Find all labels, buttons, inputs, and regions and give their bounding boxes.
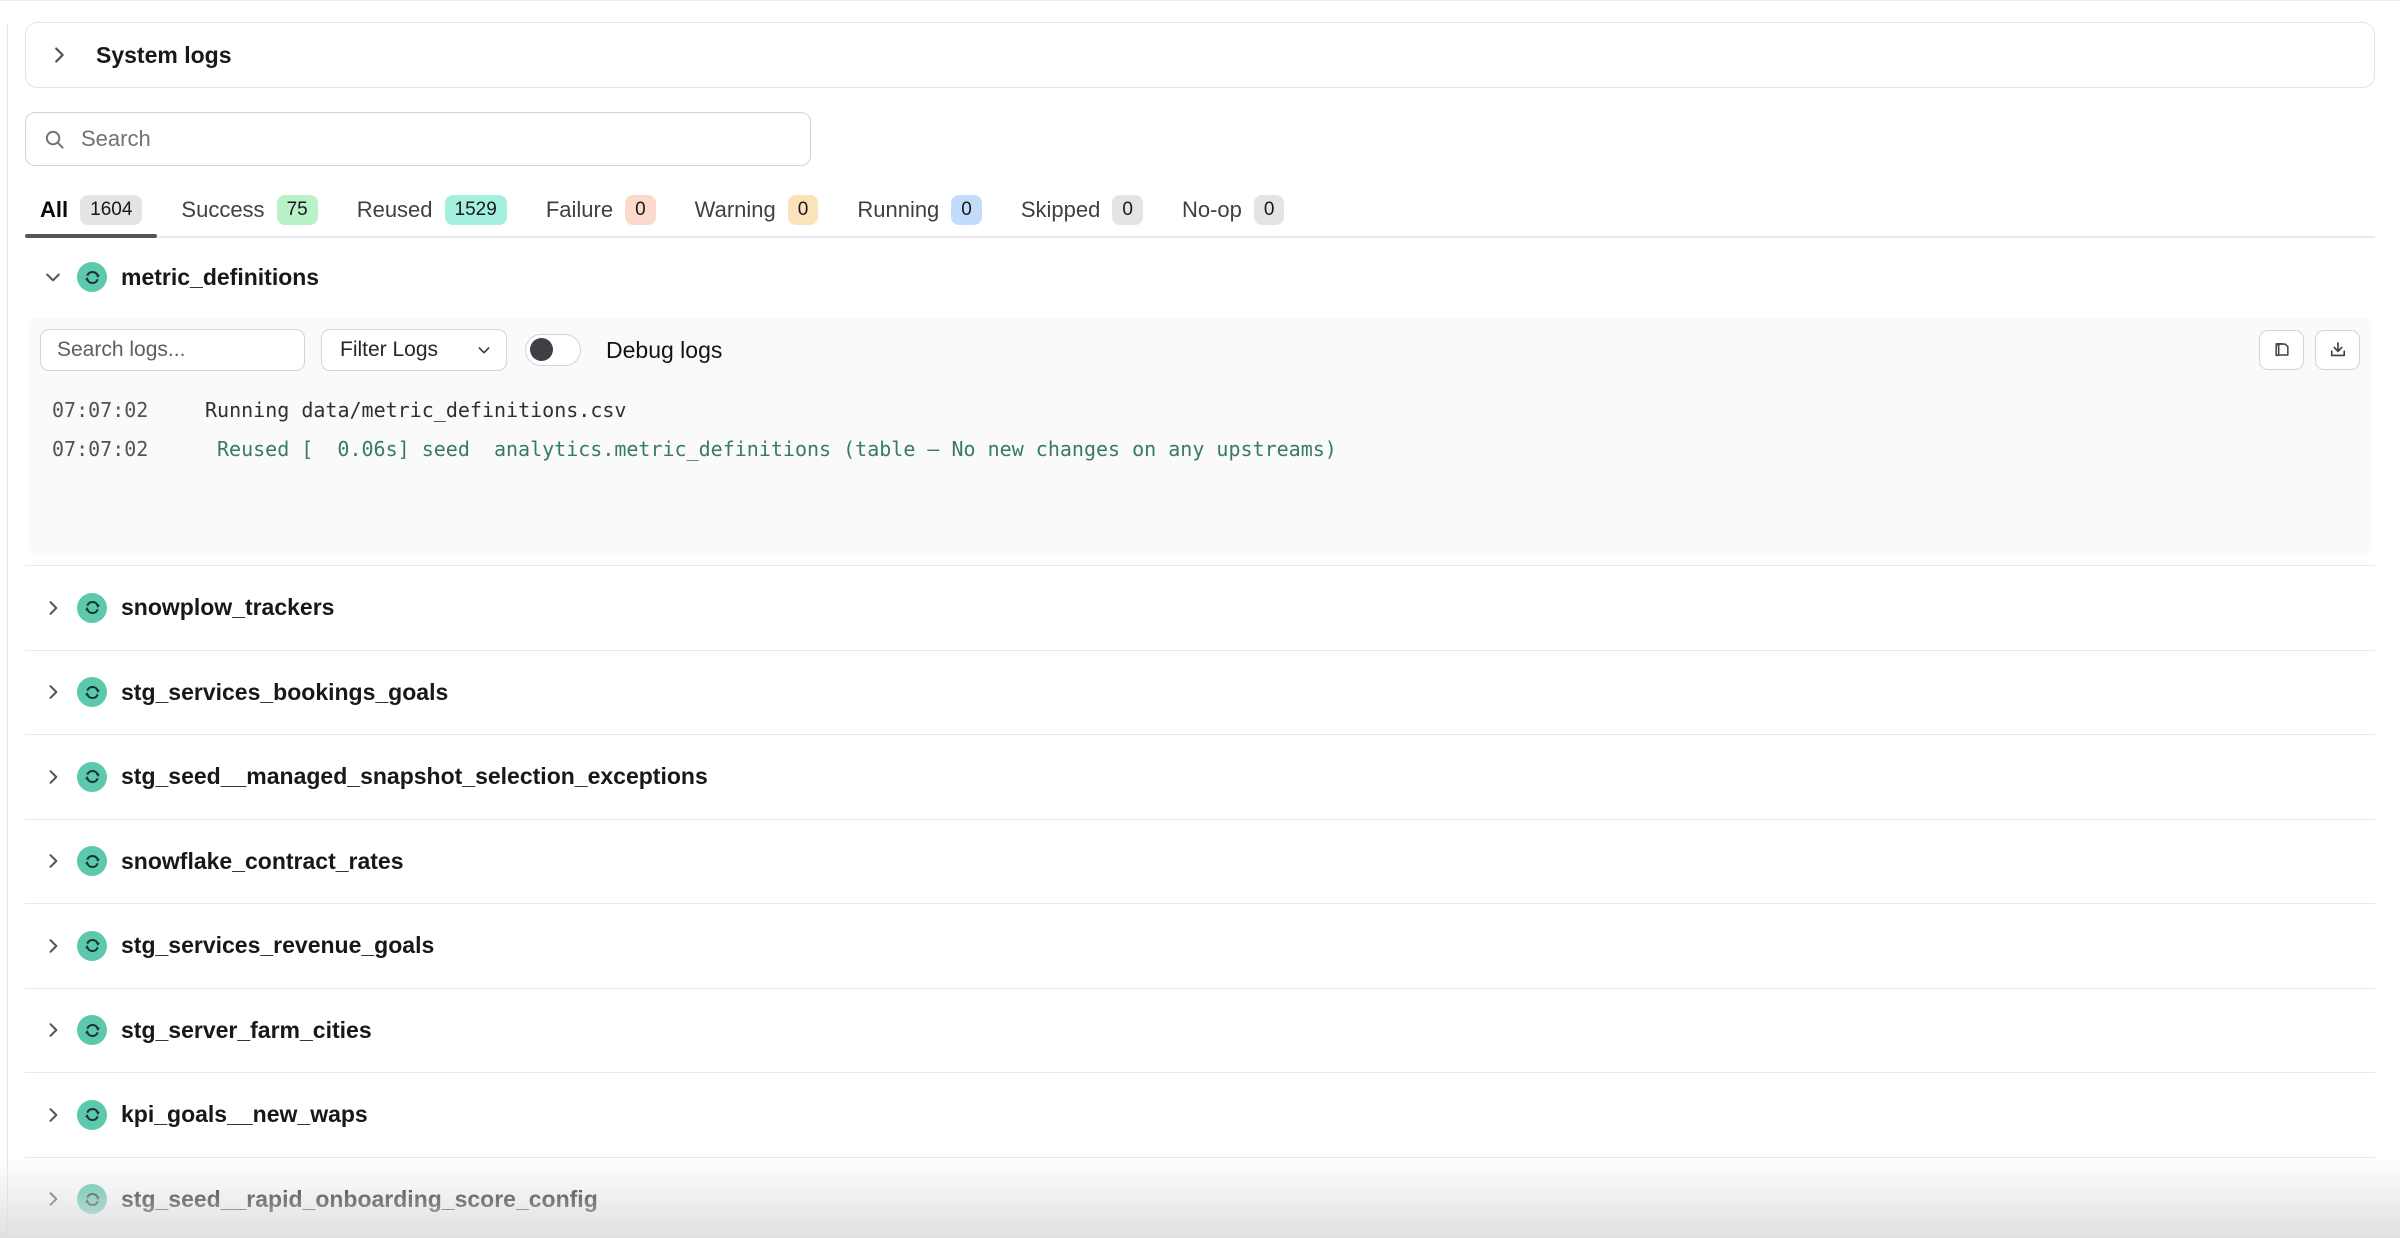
reused-status-icon xyxy=(77,931,107,961)
model-row-label: stg_services_bookings_goals xyxy=(121,679,448,706)
log-toolbar: Filter Logs Debug logs xyxy=(40,329,722,371)
reused-status-icon xyxy=(77,262,107,292)
reused-status-icon xyxy=(77,762,107,792)
log-panel: Filter Logs Debug logs 07:07:0 xyxy=(28,318,2372,556)
model-row-label: snowplow_trackers xyxy=(121,594,334,621)
tab-count-badge: 0 xyxy=(951,195,982,226)
log-line: 07:07:02 Running data/metric_definitions.… xyxy=(28,398,2372,426)
model-row-stg_seed__managed_snapshot_selection_exceptions[interactable]: stg_seed__managed_snapshot_selection_exc… xyxy=(25,734,2375,819)
tab-skipped[interactable]: Skipped 0 xyxy=(1006,184,1158,236)
chevron-right-icon[interactable] xyxy=(43,767,63,787)
model-row-kpi_goals__new_waps[interactable]: kpi_goals__new_waps xyxy=(25,1072,2375,1157)
log-timestamp: 07:07:02 xyxy=(52,398,148,422)
reused-status-icon xyxy=(77,1100,107,1130)
model-row-label: stg_server_farm_cities xyxy=(121,1017,372,1044)
search-bar[interactable] xyxy=(25,112,811,166)
copy-logs-button[interactable] xyxy=(2259,330,2304,370)
model-row-snowplow_trackers[interactable]: snowplow_trackers xyxy=(25,565,2375,650)
chevron-right-icon[interactable] xyxy=(43,1105,63,1125)
reused-status-icon xyxy=(77,846,107,876)
model-row-stg_services_revenue_goals[interactable]: stg_services_revenue_goals xyxy=(25,903,2375,988)
tab-reused[interactable]: Reused 1529 xyxy=(342,184,522,236)
log-line: 07:07:02 Reused [ 0.06s] seed analytics.m… xyxy=(28,437,2372,465)
filter-logs-dropdown[interactable]: Filter Logs xyxy=(321,329,507,371)
tab-label: Warning xyxy=(695,197,776,223)
tab-count-badge: 1529 xyxy=(445,195,507,226)
tab-label: Success xyxy=(181,197,264,223)
tab-all[interactable]: All 1604 xyxy=(25,184,157,236)
tab-running[interactable]: Running 0 xyxy=(842,184,997,236)
model-list: snowplow_trackers stg_services_bookings_g… xyxy=(25,565,2375,1238)
tab-count-badge: 0 xyxy=(625,195,656,226)
download-icon xyxy=(2328,340,2348,360)
reused-status-icon xyxy=(77,1184,107,1214)
expanded-model-header[interactable]: metric_definitions xyxy=(25,252,2375,302)
log-actions xyxy=(2259,330,2360,370)
tab-no-op[interactable]: No-op 0 xyxy=(1167,184,1300,236)
search-icon xyxy=(43,128,66,151)
chevron-right-icon[interactable] xyxy=(43,851,63,871)
model-row-label: snowflake_contract_rates xyxy=(121,848,404,875)
tab-count-badge: 1604 xyxy=(80,195,142,226)
chevron-right-icon[interactable] xyxy=(43,936,63,956)
tab-count-badge: 0 xyxy=(1254,195,1285,226)
status-tabs: All1604Success75Reused1529Failure0Warnin… xyxy=(25,184,2375,238)
model-row-stg_services_bookings_goals[interactable]: stg_services_bookings_goals xyxy=(25,650,2375,735)
tab-label: All xyxy=(40,197,68,223)
model-row-label: kpi_goals__new_waps xyxy=(121,1101,368,1128)
debug-logs-label: Debug logs xyxy=(606,337,722,364)
system-logs-page: System logs All 1604 Success 75 Reused 1529 Fa… xyxy=(0,0,2400,1238)
tab-count-badge: 0 xyxy=(788,195,819,226)
download-logs-button[interactable] xyxy=(2315,330,2360,370)
model-row-label: stg_seed__managed_snapshot_selection_exc… xyxy=(121,763,708,790)
model-row-stg_seed__rapid_onboarding_score_config[interactable]: stg_seed__rapid_onboarding_score_config xyxy=(25,1157,2375,1238)
model-row-snowflake_contract_rates[interactable]: snowflake_contract_rates xyxy=(25,819,2375,904)
toggle-knob xyxy=(530,338,553,361)
log-output[interactable]: 07:07:02 Running data/metric_definitions.… xyxy=(28,384,2372,556)
tab-warning[interactable]: Warning 0 xyxy=(680,184,834,236)
log-message: Running data/metric_definitions.csv xyxy=(205,398,626,422)
tab-success[interactable]: Success 75 xyxy=(166,184,332,236)
log-timestamp: 07:07:02 xyxy=(52,437,148,461)
search-input[interactable] xyxy=(81,113,810,165)
model-row-label: stg_seed__rapid_onboarding_score_config xyxy=(121,1186,598,1213)
chevron-right-icon[interactable] xyxy=(43,682,63,702)
log-search-input[interactable] xyxy=(40,329,305,371)
copy-icon xyxy=(2272,340,2292,360)
debug-logs-toggle[interactable] xyxy=(525,334,581,366)
filter-logs-label: Filter Logs xyxy=(340,338,438,362)
chevron-down-icon[interactable] xyxy=(43,267,63,287)
system-logs-title: System logs xyxy=(96,42,232,69)
chevron-down-icon xyxy=(476,342,492,358)
chevron-right-icon[interactable] xyxy=(43,598,63,618)
chevron-right-icon[interactable] xyxy=(43,1189,63,1209)
tab-label: Reused xyxy=(357,197,433,223)
chevron-right-icon[interactable] xyxy=(48,44,70,66)
tab-label: Skipped xyxy=(1021,197,1101,223)
top-divider xyxy=(0,0,2400,1)
tab-label: No-op xyxy=(1182,197,1242,223)
expanded-model-name: metric_definitions xyxy=(121,264,319,291)
tab-count-badge: 75 xyxy=(277,195,318,226)
log-message: Reused [ 0.06s] seed analytics.metric_de… xyxy=(217,437,1337,461)
chevron-right-icon[interactable] xyxy=(43,1020,63,1040)
tab-label: Running xyxy=(857,197,939,223)
reused-status-icon xyxy=(77,1015,107,1045)
reused-status-icon xyxy=(77,593,107,623)
tab-failure[interactable]: Failure 0 xyxy=(531,184,671,236)
system-logs-header[interactable]: System logs xyxy=(25,22,2375,88)
model-row-stg_server_farm_cities[interactable]: stg_server_farm_cities xyxy=(25,988,2375,1073)
tab-count-badge: 0 xyxy=(1112,195,1143,226)
model-row-label: stg_services_revenue_goals xyxy=(121,932,434,959)
reused-status-icon xyxy=(77,677,107,707)
tab-label: Failure xyxy=(546,197,613,223)
left-edge-divider xyxy=(7,24,8,1238)
